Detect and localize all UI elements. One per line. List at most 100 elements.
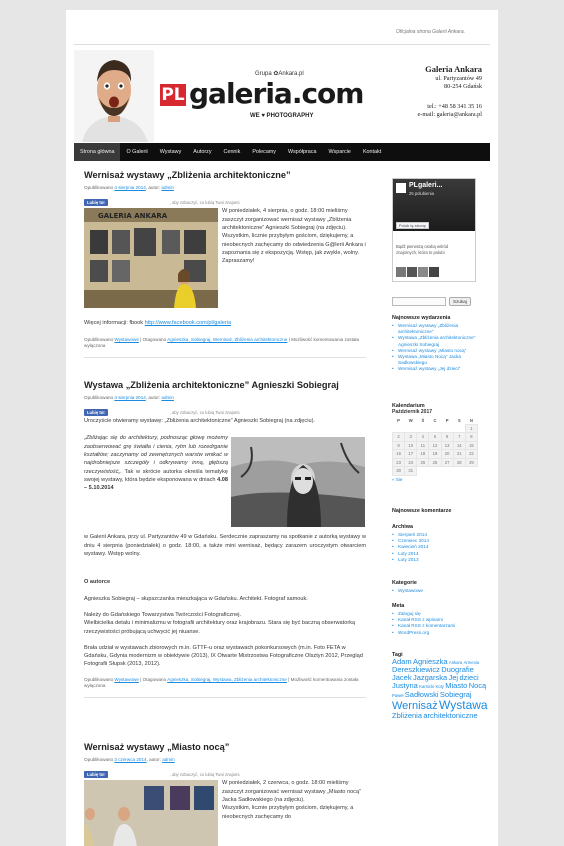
svg-text:GALERIA ANKARA: GALERIA ANKARA [98, 212, 168, 220]
contact-street: ul. Partyzantów 49 [435, 75, 482, 82]
calendar-day-cell: 10 [404, 440, 418, 450]
calendar-empty-cell [416, 466, 429, 475]
post-author-link[interactable]: admin [161, 395, 174, 400]
site-tagline: Oficjalna strona Galerii Ankara. [395, 29, 465, 35]
calendar-widget: Kalendarium Październik 2017 PWŚCPSN1234… [391, 403, 488, 482]
nav-item-exhibitions[interactable]: Wystawy [154, 143, 188, 161]
search-button[interactable]: Szukaj [449, 297, 471, 306]
tags-links[interactable]: Agnieszka, Sobiegraj, Wernisaż, Zbliżeni… [167, 337, 287, 342]
post-body: W poniedziałek, 4 sierpnia, o godz. 18:0… [222, 208, 366, 265]
nav-item-contact[interactable]: Kontakt [357, 143, 387, 161]
post-date-link[interactable]: 4 sierpnia 2014 [114, 395, 145, 400]
calendar-day-cell: 15 [464, 440, 479, 450]
search-input[interactable] [392, 297, 446, 306]
post-author-link[interactable]: admin [162, 757, 175, 762]
post-divider [84, 356, 366, 358]
fb-like-button[interactable]: Lubię to! [84, 409, 108, 417]
post-title[interactable]: Wernisaż wystawy „Zbliżenia architektoni… [84, 170, 366, 181]
calendar-day-cell: 6 [440, 432, 454, 442]
post-meta: Opublikowano 4 sierpnia 2014, autor: adm… [84, 185, 174, 190]
recent-posts-widget: Najnowsze wydarzenia Wernisaż wystawy „Z… [392, 315, 488, 373]
nav-item-home[interactable]: Strona główna [74, 143, 121, 161]
calendar-prev-link[interactable]: « Sie [392, 477, 488, 482]
calendar-day-header: P [445, 418, 449, 423]
category-link[interactable]: Wystawowe [392, 588, 488, 594]
calendar-day-header: S [457, 418, 461, 423]
fb-like-button[interactable]: Lubię to! [84, 771, 108, 779]
nav-item-authors[interactable]: Autorzy [187, 143, 217, 161]
post-title[interactable]: Wystawa „Zbliżenia architektoniczne” Agn… [84, 380, 366, 391]
calendar-empty-cell [453, 424, 466, 433]
post-author-link[interactable]: admin [161, 185, 174, 190]
header-separator [74, 44, 490, 45]
category-link[interactable]: Wystawowe [114, 677, 138, 682]
widget-title: Najnowsze wydarzenia [392, 315, 451, 321]
recent-post-link[interactable]: Wernisaż wystawy „Zbliżenia architektoni… [392, 323, 488, 335]
header-banner[interactable]: Grupa ✿Ankara.pl PL galeria.com WE ♥ PHO… [74, 50, 490, 142]
facebook-page-widget[interactable]: PLgaleri... 25 polubienia Polub tę stron… [392, 178, 476, 282]
calendar-empty-cell [441, 466, 454, 475]
meta-link[interactable]: WordPress.org [392, 630, 488, 636]
calendar-day-cell: 26 [428, 457, 442, 467]
recent-post-link[interactable]: Wernisaż wystawy „Jej dzieci” [392, 366, 488, 372]
nav-item-cooperation[interactable]: Współpraca [282, 143, 322, 161]
fb-like-button[interactable]: Lubię to! [84, 199, 108, 207]
calendar-day-header: Ś [421, 418, 425, 423]
recent-post-link[interactable]: Wystawa „Zbliżenia architektoniczne” Agn… [392, 335, 488, 347]
calendar-day-cell: 1 [464, 423, 479, 433]
tag-link[interactable]: Jazgarska [413, 673, 447, 682]
post-body: Uroczyście otwieramy wystawę: „Zbliżenia… [84, 418, 315, 425]
tag-link[interactable]: Sadłowski [405, 690, 439, 699]
fb-page-like-button[interactable]: Polub tę stronę [396, 222, 429, 229]
category-link[interactable]: Wystawowe [114, 337, 138, 342]
post-1: Wernisaż wystawy „Zbliżenia architektoni… [84, 170, 366, 358]
tag-link[interactable]: Wystawa [439, 698, 488, 712]
facebook-link[interactable]: http://www.facebook.com/pl/galeria [145, 320, 231, 326]
post-title[interactable]: Wernisaż wystawy „Miasto nocą” [84, 742, 366, 753]
gallery-opening-photo: GALERIA ANKARA [84, 208, 218, 309]
calendar-empty-cell [392, 424, 405, 433]
post-date-link[interactable]: 4 sierpnia 2014 [114, 185, 145, 190]
recent-post-link[interactable]: Wystawa „Miasto Nocą” Jacka Sadłowskiego [392, 354, 488, 366]
calendar-day-cell: 2 [391, 432, 406, 442]
calendar-day-cell: 31 [404, 466, 418, 476]
calendar-empty-cell [416, 424, 429, 433]
post-info: Więcej informacji: fbook http://www.face… [84, 320, 232, 327]
tag-link[interactable]: architektoniczne [423, 711, 477, 720]
calendar-day-cell: 23 [391, 457, 406, 467]
nav-item-about[interactable]: O Galerii [120, 143, 153, 161]
tags-links[interactable]: Agnieszka, Sobiegraj, Wystawa, Zbliżenia… [167, 677, 287, 682]
tag-link[interactable]: Wernisaż [392, 700, 438, 712]
about-heading: O autorce [84, 579, 111, 586]
nav-item-support[interactable]: Wsparcie [322, 143, 356, 161]
calendar-day-header: W [408, 418, 413, 423]
fb-page-name[interactable]: PLgaleri... [409, 182, 442, 189]
logo-pl-mark: PL [160, 84, 186, 106]
tags-widget: Tagi Adam Agnieszka Ankara Armenia Deres… [392, 652, 488, 720]
calendar-day-cell: 29 [464, 457, 479, 467]
tag-link[interactable]: Paweł [392, 693, 403, 698]
calendar-day-cell: 14 [452, 440, 466, 450]
logo-wordmark: galeria.com [189, 77, 364, 110]
calendar-empty-cell [465, 466, 478, 475]
tag-link[interactable]: Zbliżenia [392, 711, 422, 720]
fb-like-text: , aby zobaczyć, co lubią Twoi znajomi. [169, 199, 241, 205]
about-paragraph-1: Agnieszka Sobiegraj – słupszczanka miesz… [84, 595, 308, 602]
nav-item-pricing[interactable]: Cennik [218, 143, 247, 161]
archive-link[interactable]: Luty 2013 [392, 557, 488, 563]
contact-city: 80-254 Gdańsk [444, 83, 482, 90]
fb-like-text: , aby zobaczyć, co lubią Twoi znajomi. [169, 409, 241, 415]
contact-block: Galeria Ankara ul. Partyzantów 49 80-254… [418, 64, 482, 119]
logo-subtitle: WE ♥ PHOTOGRAPHY [250, 113, 314, 119]
site-logo[interactable]: Grupa ✿Ankara.pl PL galeria.com WE ♥ PHO… [160, 70, 364, 126]
post-date-link[interactable]: 3 czerwca 2014 [114, 757, 146, 762]
contact-email[interactable]: e-mail: galeria@ankara.pl [418, 111, 482, 119]
post-meta: Opublikowano 4 sierpnia 2014, autor: adm… [84, 395, 174, 400]
fb-face-avatar [396, 267, 406, 277]
calendar-month: Październik 2017 [392, 409, 433, 415]
fb-page-cover: PLgaleri... 25 polubienia Polub tę stron… [393, 179, 475, 231]
widget-title: Archiwa [392, 524, 413, 530]
calendar-day-cell: 11 [416, 440, 430, 450]
nav-item-recommended[interactable]: Polecamy [246, 143, 282, 161]
calendar-day-cell: 30 [391, 466, 406, 476]
